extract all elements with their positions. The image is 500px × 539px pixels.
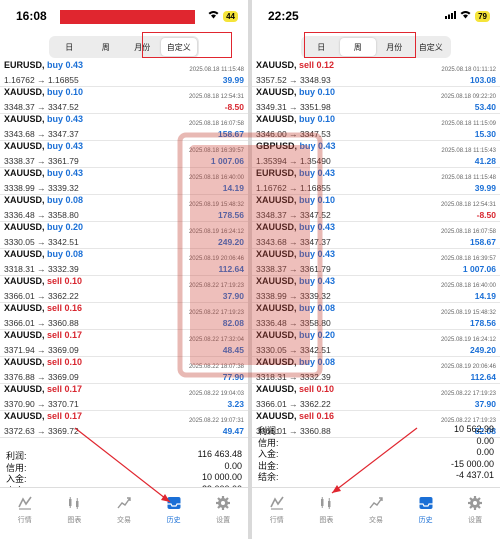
- left-phone-screen: 16:08 44 日周月份 自定义 EURUSD, buy 0.43 2025.08…: [0, 0, 248, 539]
- annotation-arrow: [331, 427, 418, 494]
- right-phone-screen: 22:25 79 日周月份 自定义 XAUUSD, sell 0.12 2025.0…: [252, 0, 500, 539]
- annotation-arrow: [74, 427, 171, 503]
